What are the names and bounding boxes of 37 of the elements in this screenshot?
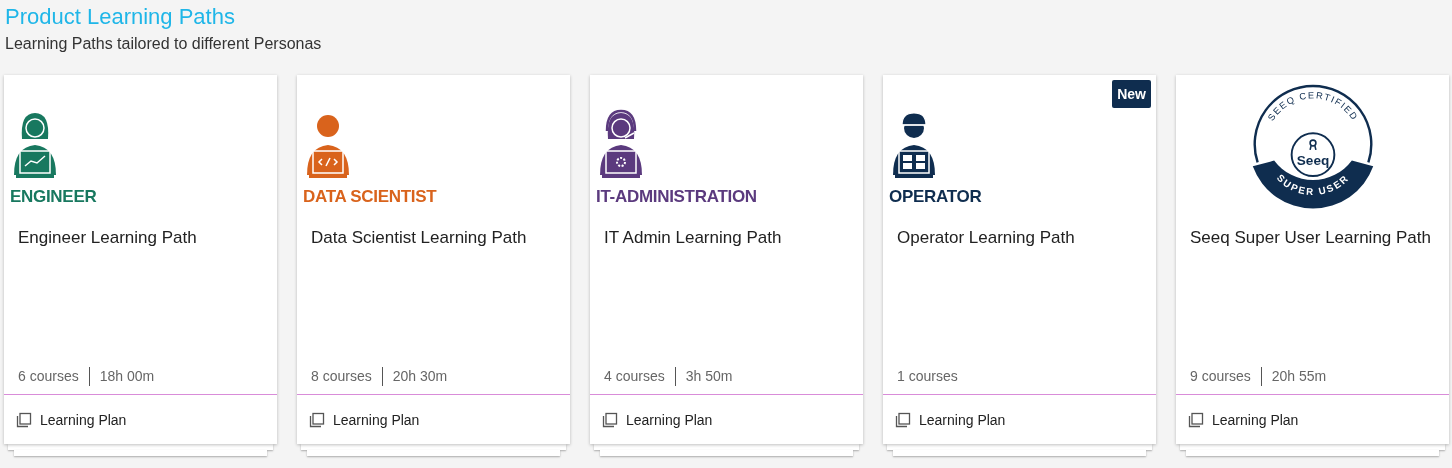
course-count: 1 courses (897, 367, 958, 386)
card-title[interactable]: Engineer Learning Path (4, 215, 211, 249)
learning-path-card[interactable]: ENGINEER Engineer Learning Path 6 courses 18h 00m Learning Plan (4, 75, 277, 444)
new-tag: New (1112, 80, 1151, 108)
stacked-pages-icon (895, 411, 911, 428)
card-title[interactable]: Seeq Super User Learning Path (1176, 215, 1445, 249)
card-title[interactable]: Operator Learning Path (883, 215, 1089, 249)
course-count: 4 courses (604, 367, 665, 386)
stacked-pages-icon (16, 411, 32, 428)
persona-label: DATA SCIENTIST (303, 187, 437, 207)
duration-text: 18h 00m (99, 367, 155, 386)
card-title[interactable]: Data Scientist Learning Path (297, 215, 541, 249)
persona-label: OPERATOR (889, 187, 982, 207)
content-type-label: Learning Plan (1212, 410, 1299, 430)
learning-path-card[interactable]: IT-ADMINISTRATION IT Admin Learning Path 4 courses 3h 50m Learning Plan (590, 75, 863, 444)
persona-label: IT-ADMINISTRATION (596, 187, 757, 207)
content-type-label: Learning Plan (333, 410, 420, 430)
award-ribbon-icon (1308, 139, 1317, 151)
stacked-pages-icon (1188, 411, 1204, 428)
card-title[interactable]: IT Admin Learning Path (590, 215, 796, 249)
course-count: 8 courses (311, 367, 372, 386)
persona-label: ENGINEER (10, 187, 97, 207)
learning-path-card[interactable]: OPERATOR New Operator Learning Path 1 courses Learning Plan (883, 75, 1156, 444)
course-count: 6 courses (18, 367, 79, 386)
learning-path-card[interactable]: DATA SCIENTIST Data Scientist Learning Path 8 courses 20h 30m Learning Plan (297, 75, 570, 444)
stacked-pages-icon (602, 411, 618, 428)
duration-text: 20h 30m (392, 367, 448, 386)
content-type-label: Learning Plan (40, 410, 127, 430)
content-type-label: Learning Plan (626, 410, 713, 430)
content-type-label: Learning Plan (919, 410, 1006, 430)
badge-logo-text: Seeq (1296, 153, 1329, 169)
page-title: Product Learning Paths (5, 3, 235, 31)
duration-text: 3h 50m (685, 367, 733, 386)
duration-text: 20h 55m (1271, 367, 1327, 386)
page-subtitle: Learning Paths tailored to different Personas (5, 34, 322, 54)
stacked-pages-icon (309, 411, 325, 428)
course-count: 9 courses (1190, 367, 1251, 386)
